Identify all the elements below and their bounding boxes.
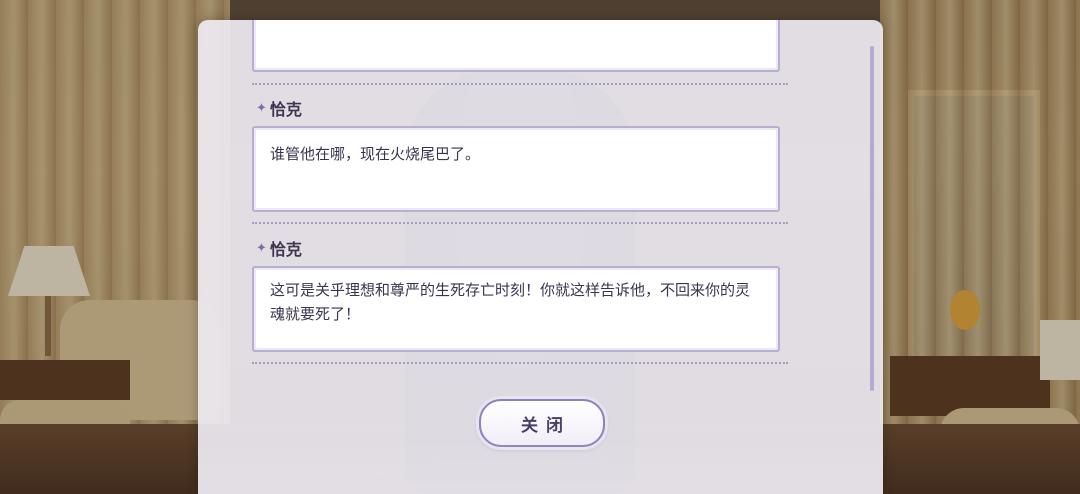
- sparkle-icon: ✦: [256, 240, 267, 256]
- entry-divider: [252, 222, 788, 224]
- scrollbar[interactable]: [870, 46, 874, 391]
- dialog-text-box: 谁管他在哪，现在火烧尾巴了。: [252, 126, 780, 212]
- speaker-row: ✦ 恰克: [256, 236, 302, 260]
- close-button-label: 关闭: [521, 415, 571, 436]
- dialog-text: 谁管他在哪，现在火烧尾巴了。: [270, 145, 481, 163]
- speaker-name: 恰克: [269, 100, 302, 119]
- game-scene: ✦ 恰克 谁管他在哪，现在火烧尾巴了。 ✦ 恰克 这可是关乎理想和尊严的生死存亡…: [0, 0, 1080, 494]
- speaker-name: 恰克: [269, 240, 302, 259]
- dialog-log-list[interactable]: ✦ 恰克 谁管他在哪，现在火烧尾巴了。 ✦ 恰克 这可是关乎理想和尊严的生死存亡…: [252, 20, 788, 380]
- speaker-row: ✦ 恰克: [256, 96, 302, 120]
- panel-bottom-fade: [198, 434, 883, 494]
- scrollbar-thumb[interactable]: [870, 46, 874, 391]
- dialog-text: 这可是关乎理想和尊严的生死存亡时刻！你就这样告诉他，不回来你的灵魂就要死了！: [270, 281, 751, 323]
- dialog-text-box: [252, 20, 780, 72]
- dialog-text-box: 这可是关乎理想和尊严的生死存亡时刻！你就这样告诉他，不回来你的灵魂就要死了！: [252, 266, 780, 352]
- dialog-log-panel: ✦ 恰克 谁管他在哪，现在火烧尾巴了。 ✦ 恰克 这可是关乎理想和尊严的生死存亡…: [198, 20, 883, 494]
- entry-divider: [252, 362, 788, 364]
- sparkle-icon: ✦: [256, 100, 267, 116]
- entry-divider: [252, 83, 788, 85]
